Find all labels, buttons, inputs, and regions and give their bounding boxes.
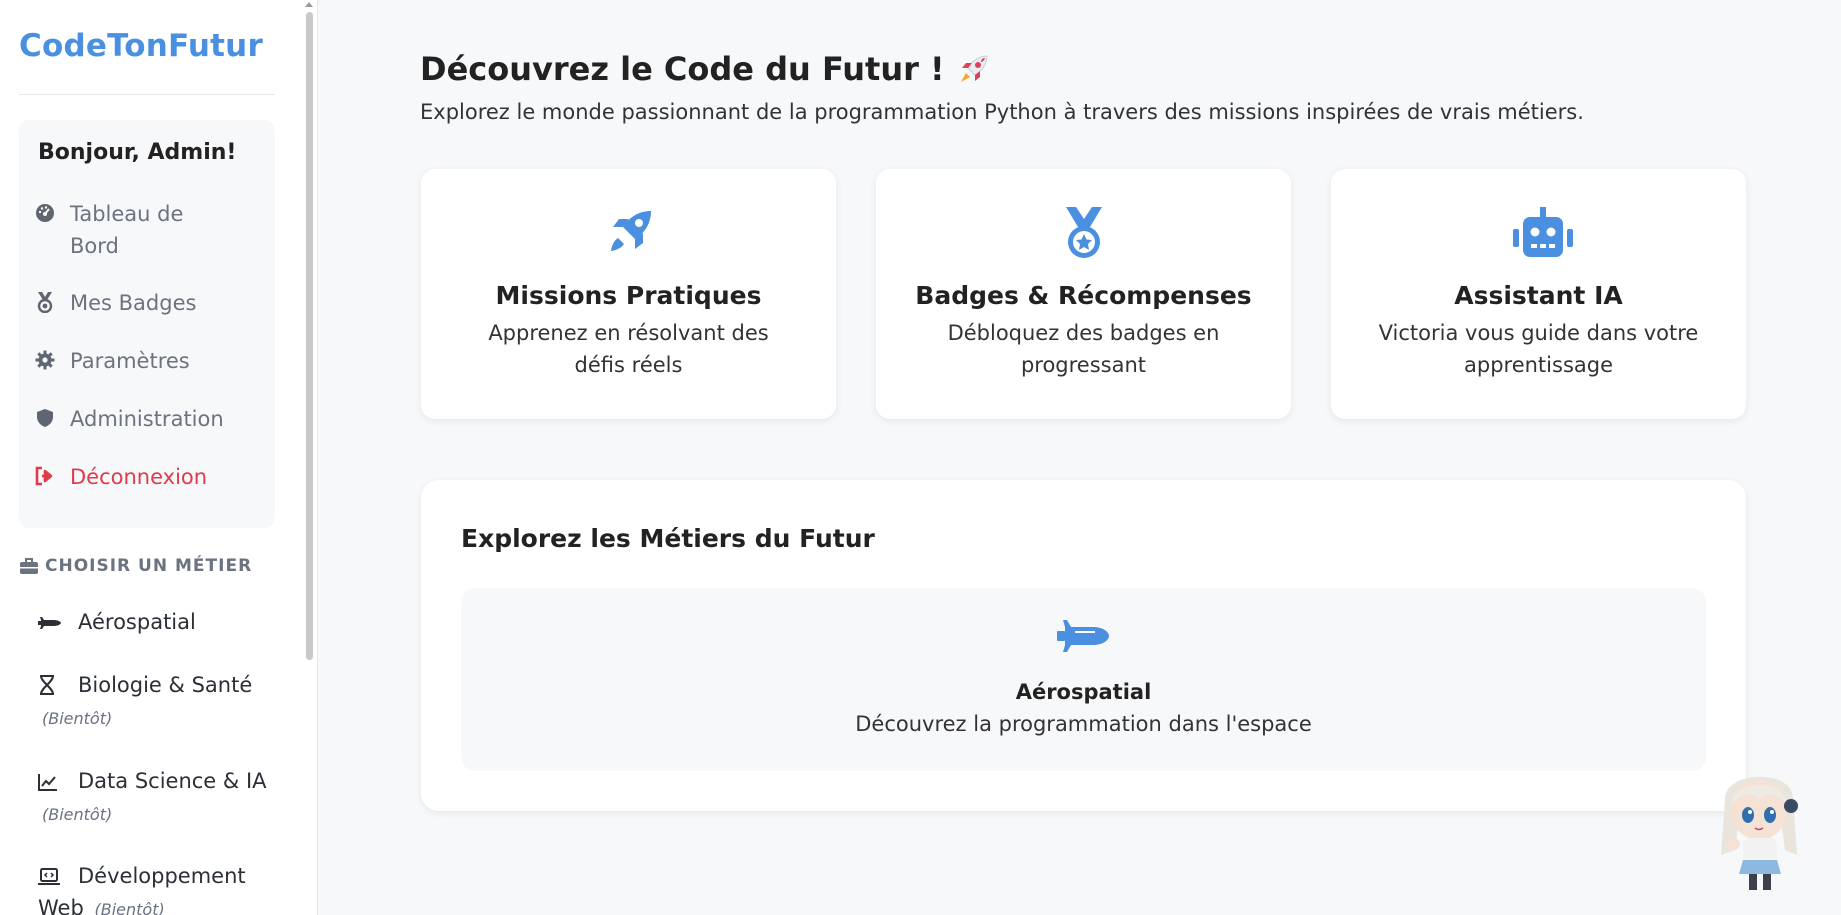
feature-title: Badges & Récompenses — [915, 281, 1252, 310]
chart-line-icon — [38, 768, 60, 791]
page-subtitle: Explorez le monde passionnant de la prog… — [420, 100, 1584, 124]
nav-admin[interactable]: Administration — [34, 403, 224, 435]
jobs-section: Explorez les Métiers du Futur Aérospatia… — [421, 480, 1746, 811]
job-card-desc: Découvrez la programmation dans l'espace — [855, 712, 1312, 736]
brand-logo[interactable]: CodeTonFutur — [19, 28, 263, 64]
job-card-title: Aérospatial — [1015, 680, 1152, 704]
job-web-dev[interactable]: Développement Web (Bientôt) — [38, 860, 278, 915]
medal-icon — [34, 291, 56, 313]
dna-icon — [38, 672, 60, 695]
gauge-icon — [34, 202, 56, 224]
nav-label: Administration — [70, 407, 224, 431]
feature-desc: Victoria vous guide dans votre apprentis… — [1378, 321, 1699, 377]
assistant-avatar[interactable] — [1705, 760, 1815, 892]
nav-label: Tableau de Bord — [70, 202, 184, 258]
shuttle-icon — [1056, 616, 1111, 656]
nav-label: Mes Badges — [70, 291, 197, 315]
coming-soon-badge: (Bientôt) — [42, 709, 113, 728]
scroll-up-arrow[interactable] — [305, 2, 313, 7]
jobs-section-title: Explorez les Métiers du Futur — [461, 524, 875, 553]
feature-title: Assistant IA — [1454, 281, 1623, 310]
feature-desc: Débloquez des badges en progressant — [947, 321, 1220, 377]
shield-icon — [34, 407, 56, 429]
sidebar: CodeTonFutur Bonjour, Admin! Tableau de … — [0, 0, 318, 915]
job-biology[interactable]: Biologie & Santé (Bientôt) — [38, 669, 278, 735]
nav-settings[interactable]: Paramètres — [34, 345, 190, 377]
robot-icon — [1511, 205, 1573, 261]
job-card-aerospace[interactable]: Aérospatial Découvrez la programmation d… — [461, 588, 1706, 771]
feature-desc: Apprenez en résolvant des défis réels — [488, 321, 769, 377]
feature-card-assistant: Assistant IA Victoria vous guide dans vo… — [1331, 169, 1746, 419]
rocket-icon — [601, 205, 657, 261]
gear-icon — [34, 349, 56, 371]
coming-soon-badge: (Bientôt) — [42, 805, 113, 824]
nav-badges[interactable]: Mes Badges — [34, 287, 196, 319]
job-label: Aérospatial — [78, 610, 196, 634]
feature-card-badges: Badges & Récompenses Débloquez des badge… — [876, 169, 1291, 419]
section-title-jobs: CHOISIR UN MÉTIER — [19, 556, 252, 576]
feature-card-missions: Missions Pratiques Apprenez en résolvant… — [421, 169, 836, 419]
nav-dashboard[interactable]: Tableau de Bord — [34, 198, 234, 262]
laptop-code-icon — [38, 863, 60, 885]
nav-label: Déconnexion — [70, 465, 208, 489]
job-aerospace[interactable]: Aérospatial — [38, 606, 278, 638]
feature-title: Missions Pratiques — [495, 281, 762, 310]
coming-soon-badge: (Bientôt) — [94, 900, 165, 915]
job-label: Data Science & IA — [78, 769, 267, 793]
job-label: Biologie & Santé — [78, 673, 253, 697]
nav-logout[interactable]: Déconnexion — [34, 461, 207, 493]
sidebar-scrollbar[interactable] — [303, 0, 315, 915]
logout-icon — [34, 465, 56, 487]
page-title: Découvrez le Code du Futur ! — [420, 50, 991, 88]
job-data-science[interactable]: Data Science & IA (Bientôt) — [38, 765, 278, 831]
scroll-thumb[interactable] — [306, 12, 313, 660]
nav-label: Paramètres — [70, 349, 190, 373]
rocket-emoji-icon — [957, 52, 991, 86]
divider — [19, 94, 275, 95]
shuttle-icon — [38, 609, 61, 629]
briefcase-icon — [19, 557, 39, 575]
greeting: Bonjour, Admin! — [38, 140, 237, 165]
medal-icon — [1056, 205, 1112, 261]
